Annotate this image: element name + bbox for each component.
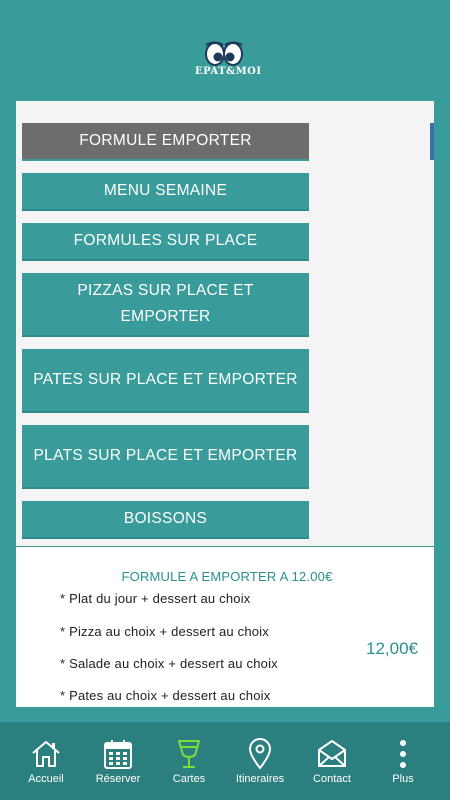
- menu-item-boissons[interactable]: BOISSONS: [22, 501, 309, 539]
- calendar-icon: [104, 740, 132, 769]
- menu-item-label: PATES SUR PLACE ET EMPORTER: [33, 371, 298, 388]
- menu-item-formule-emporter[interactable]: FORMULE EMPORTER: [22, 123, 309, 161]
- tab-contact[interactable]: Contact: [296, 722, 368, 800]
- tab-label: Contact: [313, 773, 351, 785]
- tab-label: Cartes: [172, 773, 206, 785]
- location-pin-icon: [248, 738, 272, 770]
- app-header: EPAT&MOI: [0, 0, 450, 100]
- logo-text: EPAT&MOI: [195, 66, 262, 77]
- formula-line: * Plat du jour + dessert au choix: [60, 591, 251, 606]
- envelope-icon: [318, 740, 346, 767]
- home-icon: [32, 741, 60, 767]
- menu-item-label: BOISSONS: [123, 510, 208, 527]
- tab-label: Réserver: [95, 773, 141, 785]
- tab-accueil[interactable]: Accueil: [10, 722, 82, 800]
- formula-line: * Pizza au choix + dessert au choix: [60, 624, 269, 639]
- tab-label: Itineraires: [235, 773, 285, 785]
- logo[interactable]: EPAT&MOI: [195, 40, 262, 86]
- formula-detail-card: FORMULE A EMPORTER A 12.00€ * Plat du jo…: [16, 547, 434, 707]
- tab-reserver[interactable]: Réserver: [82, 722, 154, 800]
- menu-item-label: FORMULE EMPORTER: [79, 132, 252, 149]
- tab-itineraires[interactable]: Itineraires: [224, 722, 296, 800]
- formula-line: * Pates au choix + dessert au choix: [60, 688, 271, 703]
- menu-item-plats[interactable]: PLATS SUR PLACE ET EMPORTER: [22, 425, 309, 489]
- formula-line: * Salade au choix + dessert au choix: [60, 656, 278, 671]
- menu-item-menu-semaine[interactable]: MENU SEMAINE: [22, 173, 309, 211]
- more-vertical-icon: [400, 740, 406, 768]
- tab-label: Plus: [392, 773, 414, 785]
- glass-icon: [178, 740, 200, 768]
- formula-price: 12,00€: [366, 639, 418, 658]
- tab-cartes[interactable]: Cartes: [153, 722, 225, 800]
- tab-label: Accueil: [28, 773, 64, 785]
- menu-item-label: PLATS SUR PLACE ET EMPORTER: [33, 447, 298, 464]
- scroll-indicator[interactable]: [430, 123, 434, 160]
- menu-item-formules-sur-place[interactable]: FORMULES SUR PLACE: [22, 223, 309, 261]
- bottom-tab-bar: Accueil Réserver Cartes Itineraires Cont…: [0, 722, 450, 800]
- menu-item-label: MENU SEMAINE: [103, 182, 228, 199]
- tab-plus[interactable]: Plus: [367, 722, 439, 800]
- menu-item-pates[interactable]: PATES SUR PLACE ET EMPORTER: [22, 349, 309, 413]
- menu-item-label: PIZZAS SUR PLACE ET EMPORTER: [77, 282, 254, 325]
- formula-title: FORMULE A EMPORTER A 12.00€: [121, 569, 333, 584]
- menu-item-pizzas[interactable]: PIZZAS SUR PLACE ET EMPORTER: [22, 273, 309, 337]
- menu-item-label: FORMULES SUR PLACE: [73, 232, 258, 249]
